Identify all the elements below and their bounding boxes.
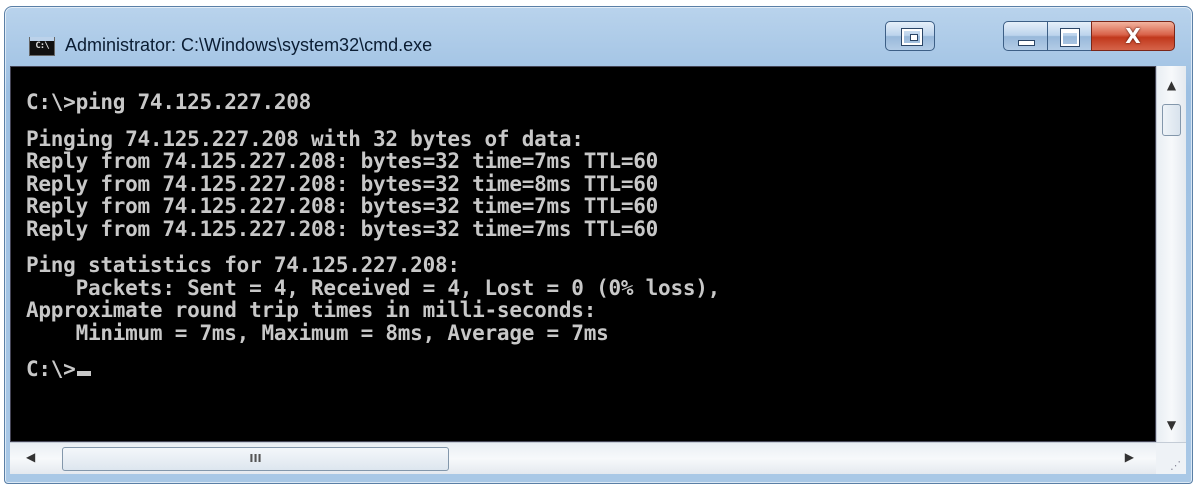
resize-grip-icon[interactable] [1156, 442, 1186, 474]
window-switch-icon [901, 28, 923, 46]
vertical-scroll-thumb[interactable] [1162, 104, 1181, 136]
console-line-blank [26, 344, 1155, 358]
maximize-icon [1060, 28, 1080, 47]
scroll-left-arrow-icon[interactable]: ◀ [26, 450, 35, 464]
console-line: Reply from 74.125.227.208: bytes=32 time… [26, 216, 659, 241]
close-icon: X [1125, 24, 1141, 48]
maximize-button[interactable] [1047, 21, 1092, 51]
console-line: C:\>ping 74.125.227.208 [26, 90, 312, 114]
console-line: Ping statistics for 74.125.227.208: [26, 253, 460, 277]
console-line: Reply from 74.125.227.208: bytes=32 time… [26, 171, 659, 196]
console-line: Packets: Sent = 4, Received = 4, Lost = … [26, 275, 721, 300]
console-line: Pinging 74.125.227.208 with 32 bytes of … [26, 126, 584, 151]
prompt-text: C:\> [26, 357, 76, 381]
console-output[interactable]: C:\>ping 74.125.227.208 Pinging 74.125.22… [10, 66, 1156, 442]
console-line: Reply from 74.125.227.208: bytes=32 time… [26, 194, 659, 218]
text-cursor [76, 371, 91, 376]
title-bar[interactable]: C:\ Administrator: C:\Windows\system32\c… [5, 7, 1192, 73]
console-line-blank [26, 114, 1155, 128]
horizontal-scrollbar[interactable]: ◀ III ▶ [10, 442, 1156, 474]
scroll-up-arrow-icon[interactable]: ▲ [1157, 78, 1186, 92]
close-button[interactable]: X [1091, 21, 1175, 51]
minimize-icon [1018, 40, 1035, 46]
scroll-down-arrow-icon[interactable]: ▼ [1157, 418, 1186, 432]
scroll-right-arrow-icon[interactable]: ▶ [1125, 450, 1134, 464]
window-title: Administrator: C:\Windows\system32\cmd.e… [65, 35, 433, 55]
prompt-line[interactable]: C:\> [26, 358, 1155, 381]
switch-window-button[interactable] [885, 21, 935, 51]
minimize-button[interactable] [1003, 21, 1048, 51]
cmd-app-icon[interactable]: C:\ [29, 37, 55, 56]
console-line: Approximate round trip times in milli-se… [26, 298, 597, 322]
console-line: Minimum = 7ms, Maximum = 8ms, Average = … [26, 320, 609, 345]
console-line-blank [26, 240, 1155, 254]
console-line: Reply from 74.125.227.208: bytes=32 time… [26, 149, 659, 173]
horizontal-scroll-thumb[interactable]: III [62, 447, 449, 471]
vertical-scrollbar[interactable]: ▲ ▼ [1156, 66, 1186, 442]
